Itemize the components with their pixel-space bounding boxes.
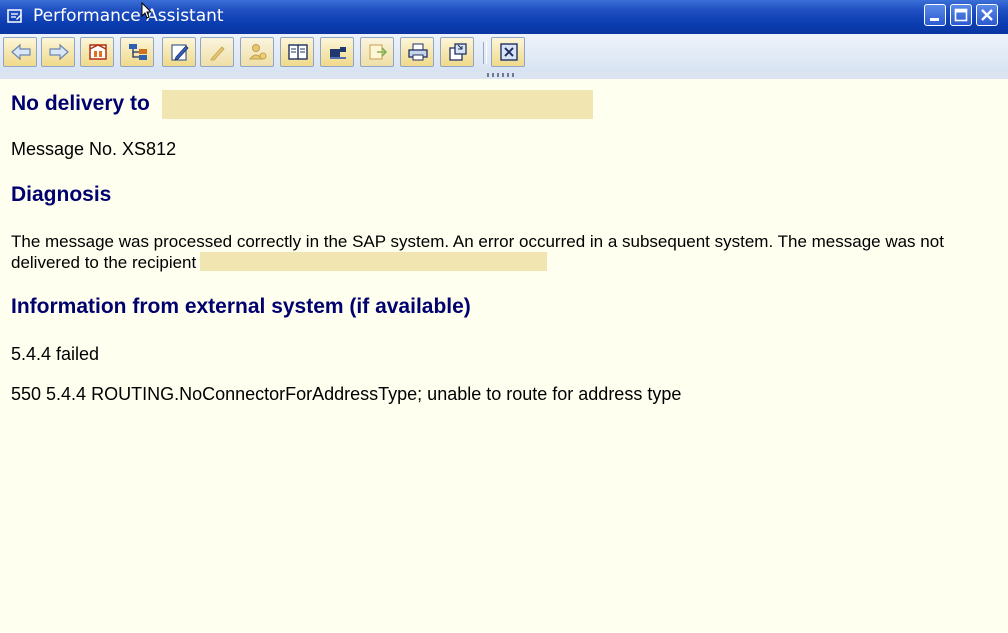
message-title: No delivery to — [11, 92, 150, 115]
export-button[interactable] — [360, 37, 394, 67]
documentation-button[interactable] — [280, 37, 314, 67]
diagnosis-text: The message was processed correctly in t… — [11, 231, 1001, 273]
toolbar-separator — [483, 42, 487, 64]
window-title: Performance Assistant — [33, 6, 224, 26]
new-window-button[interactable] — [440, 37, 474, 67]
print-button[interactable] — [400, 37, 434, 67]
technical-info-button[interactable] — [80, 37, 114, 67]
title-bar: Performance Assistant — [0, 0, 1008, 34]
window-app-icon — [7, 8, 23, 24]
external-info-line: 5.4.4 failed — [11, 344, 100, 364]
diagnosis-heading: Diagnosis — [11, 183, 112, 206]
minimize-button[interactable] — [924, 4, 946, 26]
hierarchy-button[interactable] — [120, 37, 154, 67]
close-button[interactable] — [491, 37, 525, 67]
maximize-button[interactable] — [950, 4, 972, 26]
edit-button[interactable] — [162, 37, 196, 67]
message-number: Message No. XS812 — [11, 139, 177, 159]
user-settings-button[interactable] — [240, 37, 274, 67]
mouse-cursor-icon — [141, 1, 153, 25]
external-info-heading: Information from external system (if ava… — [11, 295, 471, 318]
external-info-line: 550 5.4.4 ROUTING.NoConnectorForAddressT… — [11, 384, 682, 404]
redacted-recipient-inline — [200, 252, 548, 271]
edit-disabled-button[interactable] — [200, 37, 234, 67]
redacted-recipient — [162, 90, 593, 119]
window-close-button[interactable] — [976, 4, 998, 26]
toolbar — [0, 34, 1008, 73]
back-button[interactable] — [3, 37, 37, 67]
help-content: No delivery to Message No. XS812 Diagnos… — [0, 79, 1008, 633]
forward-button[interactable] — [41, 37, 75, 67]
splitter-grip-icon[interactable] — [487, 73, 517, 77]
overview-button[interactable] — [320, 37, 354, 67]
